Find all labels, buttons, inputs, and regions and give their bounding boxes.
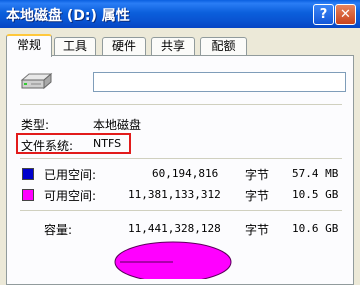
used-space-label: 已用空间: — [44, 168, 97, 182]
used-space-size: 57.4 MB — [292, 167, 339, 180]
type-value: 本地磁盘 — [93, 118, 142, 132]
free-space-size: 10.5 GB — [292, 188, 339, 201]
title-bar[interactable]: 本地磁盘 (D:) 属性 ? ✕ — [0, 0, 360, 28]
divider — [20, 210, 342, 211]
free-space-swatch — [22, 189, 34, 201]
close-button[interactable]: ✕ — [335, 4, 356, 25]
free-space-slice — [114, 241, 232, 279]
filesystem-value: NTFS — [93, 137, 122, 150]
free-space-unit: 字节 — [245, 189, 270, 203]
divider — [20, 104, 342, 105]
capacity-label: 容量: — [44, 223, 73, 237]
used-space-unit: 字节 — [245, 168, 270, 182]
capacity-unit: 字节 — [245, 223, 270, 237]
tab-tools[interactable]: 工具 — [54, 37, 96, 55]
tab-quota[interactable]: 配额 — [200, 37, 247, 55]
help-button[interactable]: ? — [313, 4, 334, 25]
tab-sharing[interactable]: 共享 — [151, 37, 195, 55]
help-icon: ? — [319, 7, 328, 22]
disk-usage-pie — [114, 241, 232, 279]
used-space-swatch — [22, 168, 34, 180]
capacity-size: 10.6 GB — [292, 222, 339, 235]
capacity-bytes: 11,441,328,128 — [128, 222, 221, 235]
tab-bar: 常规 工具 硬件 共享 配额 — [6, 34, 356, 57]
filesystem-label: 文件系统: — [21, 139, 74, 153]
free-space-label: 可用空间: — [44, 189, 97, 203]
volume-label-input[interactable] — [93, 72, 346, 92]
window-title: 本地磁盘 (D:) 属性 — [6, 8, 130, 24]
type-label: 类型: — [21, 118, 50, 132]
tab-hardware[interactable]: 硬件 — [102, 37, 146, 55]
divider — [20, 158, 342, 159]
close-icon: ✕ — [340, 7, 351, 22]
free-space-bytes: 11,381,133,312 — [128, 188, 221, 201]
used-space-bytes: 60,194,816 — [152, 167, 219, 180]
tab-general[interactable]: 常规 — [6, 34, 52, 57]
hard-drive-icon — [20, 72, 53, 90]
